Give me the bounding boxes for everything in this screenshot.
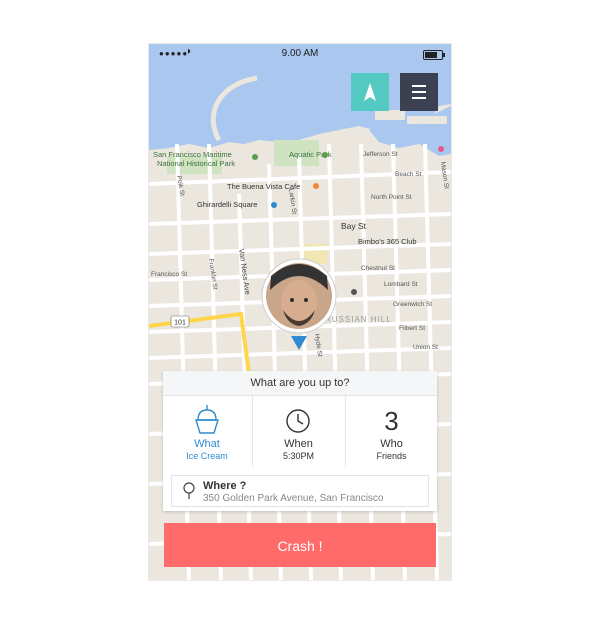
- svg-text:101: 101: [174, 320, 186, 327]
- card-title: What are you up to?: [163, 371, 437, 396]
- clock-icon: [286, 409, 310, 433]
- navigation-arrow-icon: [364, 83, 376, 101]
- where-field[interactable]: Where ? 350 Golden Park Avenue, San Fran…: [171, 475, 429, 507]
- what-title: What: [194, 438, 220, 450]
- map-label: Francisco St: [151, 271, 187, 278]
- status-bar: ●●●●● ◗ 9.00 AM: [149, 44, 451, 64]
- activity-card: What are you up to? What Ice Cream When …: [163, 371, 437, 511]
- map-label: Chestnut St: [361, 265, 395, 272]
- avatar: [266, 263, 332, 329]
- where-address: 350 Golden Park Avenue, San Francisco: [203, 493, 384, 504]
- pin-tip: [291, 336, 307, 350]
- battery-icon: [423, 50, 445, 60]
- who-option[interactable]: 3 Who Friends: [346, 396, 437, 467]
- map-label: Beach St: [395, 171, 422, 178]
- map-label: Jefferson St: [363, 151, 398, 158]
- crash-button[interactable]: Crash !: [164, 523, 436, 567]
- locate-button[interactable]: [351, 73, 389, 111]
- poi-marker: [351, 289, 357, 295]
- phone-screen: 101 San Francisco Maritime National Hist…: [149, 44, 451, 580]
- map-label: Union St: [413, 344, 438, 351]
- map-label: Filbert St: [399, 325, 425, 332]
- when-value: 5:30PM: [282, 451, 315, 461]
- map-label: Ghirardelli Square: [197, 200, 257, 209]
- where-label: Where ?: [203, 480, 247, 492]
- status-time: 9.00 AM: [281, 48, 319, 59]
- what-option[interactable]: What Ice Cream: [163, 396, 251, 467]
- ice-cream-icon: [195, 405, 219, 434]
- poi-marker: [322, 152, 328, 158]
- when-title: When: [284, 438, 313, 450]
- user-location-pin[interactable]: [261, 258, 337, 354]
- location-pin-icon: [183, 482, 195, 499]
- map-label: Bay St: [341, 221, 367, 231]
- who-count: 3: [384, 406, 399, 436]
- menu-button[interactable]: [400, 73, 438, 111]
- what-value: Ice Cream: [186, 451, 228, 461]
- map-label: Lombard St: [384, 281, 418, 288]
- poi-marker: [252, 154, 258, 160]
- map-label: Greenwich St: [393, 301, 432, 308]
- poi-marker: [438, 146, 444, 152]
- who-title: Who: [380, 438, 403, 450]
- poi-marker: [271, 202, 277, 208]
- map-label: North Point St: [371, 194, 412, 201]
- poi-marker: [313, 183, 319, 189]
- map-label: National Historical Park: [157, 159, 235, 168]
- who-value: Friends: [376, 451, 407, 461]
- map-label: Bimbo's 365 Club: [358, 237, 417, 246]
- when-option[interactable]: When 5:30PM: [253, 396, 344, 467]
- map-label: San Francisco Maritime: [153, 150, 232, 159]
